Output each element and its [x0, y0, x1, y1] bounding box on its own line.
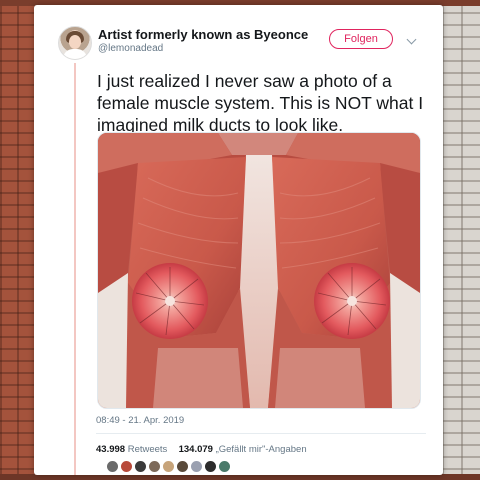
avatar-face [69, 35, 81, 49]
like-label[interactable]: „Gefällt mir"-Angaben [216, 444, 307, 455]
liker-avatars [106, 460, 232, 474]
tweet-card: Artist formerly known as Byeonce @lemona… [34, 5, 443, 475]
tweet-timestamp[interactable]: 08:49 - 21. Apr. 2019 [96, 415, 184, 426]
tweet-text: I just realized I never saw a photo of a… [97, 71, 424, 135]
liker-avatar[interactable] [190, 460, 203, 473]
thread-line [74, 63, 76, 475]
retweet-label[interactable]: Retweets [128, 444, 168, 455]
avatar[interactable] [58, 26, 92, 60]
tweet-image[interactable] [97, 132, 421, 409]
liker-avatar[interactable] [204, 460, 217, 473]
retweet-count[interactable]: 43.998 [96, 444, 125, 455]
avatar-shirt [63, 49, 87, 59]
display-name[interactable]: Artist formerly known as Byeonce [98, 27, 308, 42]
liker-avatar[interactable] [120, 460, 133, 473]
liker-avatar[interactable] [134, 460, 147, 473]
muscle-anatomy-image [98, 133, 420, 408]
liker-avatar[interactable] [106, 460, 119, 473]
left-gland [132, 263, 208, 339]
tweet-stats: 43.998 Retweets 134.079 „Gefällt mir"-An… [96, 444, 307, 455]
user-handle[interactable]: @lemonadead [98, 43, 163, 54]
right-gland [314, 263, 390, 339]
liker-avatar[interactable] [176, 460, 189, 473]
follow-button[interactable]: Folgen [329, 29, 393, 49]
liker-avatar[interactable] [148, 460, 161, 473]
chevron-down-icon[interactable] [406, 34, 417, 45]
liker-avatar[interactable] [218, 460, 231, 473]
brick-wall-right [442, 0, 480, 480]
divider [96, 433, 426, 434]
brick-wall-left [0, 0, 34, 480]
liker-avatar[interactable] [162, 460, 175, 473]
like-count[interactable]: 134.079 [179, 444, 213, 455]
